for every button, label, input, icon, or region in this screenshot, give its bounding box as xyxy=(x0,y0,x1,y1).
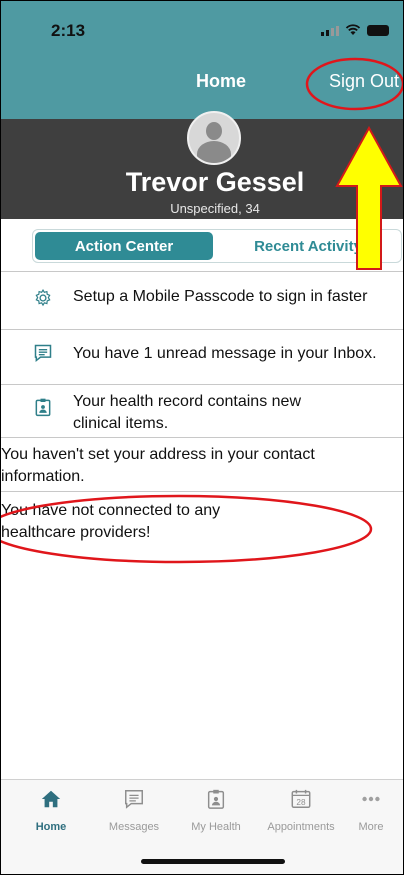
list-item[interactable]: You have 1 unread message in your Inbox. xyxy=(1,343,403,383)
list-item[interactable]: You have not connected to any healthcare… xyxy=(1,500,403,546)
clipboard-icon xyxy=(207,789,225,809)
message-icon xyxy=(34,344,52,363)
tab-my-health[interactable]: My Health xyxy=(181,788,251,833)
gear-icon xyxy=(35,288,51,307)
divider xyxy=(1,271,403,272)
more-icon xyxy=(362,796,380,802)
list-item[interactable]: Setup a Mobile Passcode to sign in faste… xyxy=(1,286,403,326)
calendar-day: 28 xyxy=(296,798,306,807)
tab-recent-activity[interactable]: Recent Activity xyxy=(215,232,401,260)
list-item-text: You have not connected to any healthcare… xyxy=(1,502,221,541)
tab-label: My Health xyxy=(191,821,241,833)
profile-banner: Trevor Gessel Unspecified, 34 xyxy=(1,111,403,219)
list-item[interactable]: Your health record contains new clinical… xyxy=(1,391,403,437)
home-indicator xyxy=(141,859,285,864)
divider xyxy=(1,491,403,492)
divider xyxy=(1,329,403,330)
messages-icon xyxy=(125,790,143,809)
calendar-icon: 28 xyxy=(291,789,311,808)
status-icons xyxy=(321,24,389,36)
profile-name: Trevor Gessel xyxy=(125,167,305,197)
profile-subtitle: Unspecified, 34 xyxy=(170,201,260,216)
list-item[interactable]: You haven't set your address in your con… xyxy=(1,444,403,490)
tab-action-center[interactable]: Action Center xyxy=(35,232,213,260)
divider xyxy=(1,437,403,438)
health-record-icon xyxy=(35,398,51,417)
tab-label: Home xyxy=(35,821,67,833)
avatar[interactable] xyxy=(187,111,241,165)
tab-appointments[interactable]: 28 Appointments xyxy=(259,788,343,833)
phone-screen: 2:13 Home Sign Out Trevor Gessel Unspeci… xyxy=(0,0,404,875)
list-item-text: Setup a Mobile Passcode to sign in faste… xyxy=(73,288,368,305)
list-item-text: Your health record contains new clinical… xyxy=(73,393,301,432)
divider xyxy=(1,384,403,385)
signal-icon xyxy=(321,24,339,36)
tab-label: More xyxy=(358,821,384,833)
tab-label: Messages xyxy=(108,821,160,833)
battery-icon xyxy=(367,24,389,36)
tab-label: Appointments xyxy=(267,821,335,833)
tab-more[interactable]: More xyxy=(336,788,403,833)
segmented-control: Action Center Recent Activity xyxy=(32,229,402,263)
status-time: 2:13 xyxy=(51,21,86,40)
tab-home[interactable]: Home xyxy=(16,788,86,833)
tab-messages[interactable]: Messages xyxy=(99,788,169,833)
sign-out-button[interactable]: Sign Out xyxy=(329,71,399,92)
wifi-icon xyxy=(345,24,361,35)
home-icon xyxy=(41,790,61,808)
list-item-text: You haven't set your address in your con… xyxy=(1,446,315,485)
list-item-text: You have 1 unread message in your Inbox. xyxy=(73,345,377,362)
